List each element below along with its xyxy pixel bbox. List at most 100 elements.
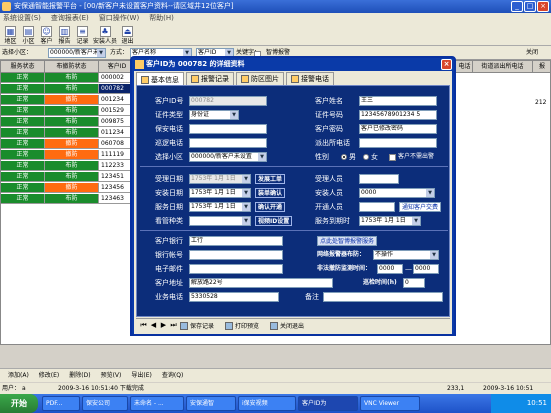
table-row[interactable]: 正常 撤防 111119	[1, 150, 136, 160]
install-date-field[interactable]: 1753年 1月 1日	[189, 188, 251, 198]
toolbar-region-button[interactable]: ▦ 地区	[2, 24, 19, 45]
toolbar-installer-button[interactable]: ♣ 安装人员	[92, 24, 118, 45]
customer-password-field[interactable]: 客户已修改密码	[359, 124, 437, 134]
confirm-activation-button[interactable]: 确认开通	[255, 202, 286, 212]
security-phone-field[interactable]	[189, 124, 267, 134]
confirm-install-button[interactable]: 装单确认	[255, 188, 286, 198]
task-0[interactable]: PDF...	[42, 396, 80, 411]
table-row[interactable]: 正常 撤防 060708	[1, 139, 136, 149]
remark-field[interactable]	[323, 292, 443, 302]
toolbar-customer-button[interactable]: ☺ 客户	[38, 24, 55, 45]
customer-name-field[interactable]: 王三	[359, 96, 437, 106]
preview-button[interactable]: 预览(V)	[101, 369, 122, 382]
non-arm-from-field[interactable]: 0000	[377, 264, 403, 274]
menu-system[interactable]: 系统设置(S)	[3, 13, 41, 24]
close-exit-button[interactable]: 关闭退出	[270, 321, 304, 330]
edit-button[interactable]: 修改(E)	[39, 369, 59, 382]
dialog-close-button[interactable]: ×	[441, 59, 452, 70]
address-field[interactable]: 解放路22号	[189, 278, 333, 288]
email-field[interactable]	[189, 264, 283, 274]
menu-query[interactable]: 查询报表(E)	[51, 13, 89, 24]
video-id-button[interactable]: 视频ID设置	[255, 216, 293, 226]
police-phone-field[interactable]	[359, 138, 437, 148]
acceptor-field[interactable]	[359, 174, 399, 184]
last-record-icon[interactable]: ⏭	[170, 321, 177, 330]
watch-type-select[interactable]	[189, 216, 251, 226]
print-preview-button[interactable]: 打印预览	[225, 321, 259, 330]
gender-male-label: 男	[349, 153, 356, 161]
menu-window[interactable]: 窗口操作(W)	[99, 13, 139, 24]
gender-female-radio[interactable]	[363, 154, 369, 160]
delete-button[interactable]: 删除(D)	[69, 369, 90, 382]
service-expiry-field[interactable]: 1753年 1月 1日	[359, 216, 421, 226]
task-4[interactable]: i保安视频	[238, 396, 296, 411]
tab-alarm-records[interactable]: 报警记录	[186, 72, 234, 85]
service-date-field[interactable]: 1753年 1月 1日	[189, 202, 251, 212]
next-record-icon[interactable]: ▶	[160, 321, 167, 330]
close-filter-button[interactable]: 关闭	[526, 46, 538, 60]
id-type-select[interactable]: 身份证	[189, 110, 239, 120]
menu-help[interactable]: 帮助(H)	[149, 13, 174, 24]
table-row[interactable]: 正常 布防 123463	[1, 194, 136, 204]
toolbar-record-button[interactable]: ≡ 记录	[74, 24, 91, 45]
gender-male-radio[interactable]	[341, 154, 347, 160]
alarm-service-button[interactable]: 点此处智博报警服务	[317, 236, 378, 246]
table-row[interactable]: 正常 布防 011234	[1, 128, 136, 138]
start-button[interactable]: 开始	[0, 394, 38, 413]
patrol-time-field[interactable]: 0	[403, 278, 425, 288]
close-button[interactable]: ×	[537, 1, 549, 12]
table-row[interactable]: 正常 撤防 123456	[1, 183, 136, 193]
net-alarm-select[interactable]: 不操作	[373, 250, 439, 260]
customer-id-field[interactable]: 000782	[189, 96, 267, 106]
develop-order-button[interactable]: 发展工单	[255, 174, 286, 184]
task-2[interactable]: 未命名 - ...	[130, 396, 184, 411]
district-select[interactable]: 000000/新客户未设	[48, 48, 106, 58]
tab-basic-info[interactable]: 基本信息	[136, 72, 184, 86]
task-1[interactable]: 保安公司	[82, 396, 128, 411]
activator-field[interactable]	[359, 202, 395, 212]
task-6[interactable]: VNC Viewer	[360, 396, 420, 411]
tab-alarm-phones[interactable]: 接警电话	[286, 72, 334, 85]
table-row[interactable]: 正常 撤防 001234	[1, 95, 136, 105]
header-report[interactable]: 报	[533, 61, 550, 73]
prev-record-icon[interactable]: ◀	[150, 321, 157, 330]
table-row[interactable]: 正常 布防 001529	[1, 106, 136, 116]
id-number-field[interactable]: 12345678901234 5	[359, 110, 437, 120]
table-row[interactable]: 正常 布防 000782	[1, 84, 136, 94]
installer-select[interactable]: 0000	[359, 188, 435, 198]
toolbar-exit-button[interactable]: ⏏ 退出	[119, 24, 136, 45]
minimize-button[interactable]: _	[511, 1, 523, 12]
query-button[interactable]: 查询(Q)	[162, 369, 183, 382]
patrol-phone-field[interactable]	[189, 138, 267, 148]
table-row[interactable]: 正常 布防 123451	[1, 172, 136, 182]
non-arm-to-field[interactable]: 0000	[413, 264, 439, 274]
task-5[interactable]: 客户ID为	[298, 396, 358, 411]
account-field[interactable]	[189, 250, 283, 260]
no-alert-checkbox[interactable]	[389, 154, 396, 161]
table-row[interactable]: 正常 布防 009875	[1, 117, 136, 127]
toolbar-district-button[interactable]: ▤ 小区	[20, 24, 37, 45]
maximize-button[interactable]: □	[524, 1, 536, 12]
table-row[interactable]: 正常 布防 000002	[1, 73, 136, 83]
cell-service-status: 正常	[1, 139, 45, 149]
district-select-field[interactable]: 000000/新客户未设置	[189, 152, 267, 162]
header-police-phone[interactable]: 街道派出所电话	[473, 61, 533, 73]
window-titlebar: 安保通智能报警平台 - [00/新客户未设置客户资料--请区域井12位客户] _…	[0, 0, 551, 13]
gender-female-label: 女	[371, 153, 378, 161]
first-record-icon[interactable]: ⏮	[140, 321, 147, 330]
notify-payment-link[interactable]: 通知客户交费	[399, 202, 442, 212]
tab-zone-pictures[interactable]: 防区图片	[236, 72, 284, 85]
header-service-status[interactable]: 服务状态	[1, 61, 45, 73]
export-button[interactable]: 导出(E)	[131, 369, 151, 382]
table-row[interactable]: 正常 布防 112233	[1, 161, 136, 171]
bank-field[interactable]: 工行	[189, 236, 283, 246]
task-3[interactable]: 安保通智	[186, 396, 236, 411]
toolbar-report-button[interactable]: ▥ 报告	[56, 24, 73, 45]
add-button[interactable]: 添加(A)	[8, 369, 29, 382]
header-phone[interactable]: 电话	[457, 61, 473, 73]
biz-phone-field[interactable]: 5330528	[189, 292, 279, 302]
cell-arm-status: 撤防	[45, 139, 99, 149]
accept-date-field[interactable]: 1753年 1月 1日	[189, 174, 251, 184]
save-record-button[interactable]: 保存记录	[180, 321, 214, 330]
header-arm-status[interactable]: 布撤防状态	[45, 61, 99, 73]
